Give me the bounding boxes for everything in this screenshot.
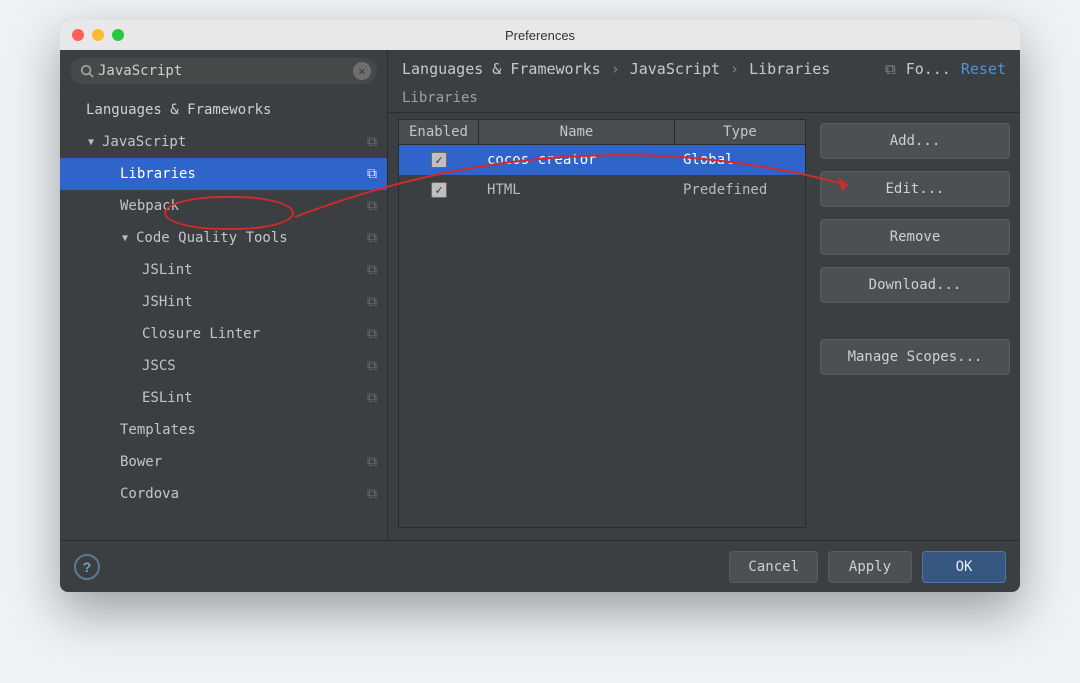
copy-icon: ⧉	[367, 134, 377, 150]
preferences-window: Preferences ✕ Languages & Frameworks ▼	[60, 20, 1020, 592]
libraries-table: Enabled Name Type ✓ cocos creator Global…	[398, 119, 806, 528]
help-button[interactable]: ?	[74, 554, 100, 580]
tree-item-code-quality-tools[interactable]: ▼ Code Quality Tools ⧉	[60, 222, 387, 254]
button-spacer	[820, 315, 1010, 327]
reset-link[interactable]: Reset	[961, 60, 1006, 78]
crumb-languages-frameworks[interactable]: Languages & Frameworks	[402, 60, 601, 78]
th-name[interactable]: Name	[479, 120, 675, 144]
tree-item-jscs[interactable]: JSCS ⧉	[60, 350, 387, 382]
apply-button[interactable]: Apply	[828, 551, 912, 583]
main-panel: Languages & Frameworks › JavaScript › Li…	[388, 50, 1020, 540]
tree-item-webpack[interactable]: Webpack ⧉	[60, 190, 387, 222]
clear-search-icon[interactable]: ✕	[353, 62, 371, 80]
remove-button[interactable]: Remove	[820, 219, 1010, 255]
breadcrumb-separator-icon: ›	[611, 60, 620, 78]
table-row[interactable]: ✓ HTML Predefined	[399, 175, 805, 205]
window-title: Preferences	[60, 28, 1020, 43]
tree-item-libraries[interactable]: Libraries ⧉	[60, 158, 387, 190]
sidebar: ✕ Languages & Frameworks ▼ JavaScript ⧉ …	[60, 50, 388, 540]
breadcrumb: Languages & Frameworks › JavaScript › Li…	[388, 50, 1020, 84]
tree-item-closure-linter[interactable]: Closure Linter ⧉	[60, 318, 387, 350]
enabled-checkbox[interactable]: ✓	[431, 182, 447, 198]
chevron-down-icon: ▼	[86, 137, 96, 148]
copy-icon: ⧉	[367, 262, 377, 278]
cell-type: Predefined	[675, 182, 805, 198]
tree-section-header[interactable]: Languages & Frameworks	[60, 94, 387, 126]
cell-type: Global	[675, 152, 805, 168]
table-row[interactable]: ✓ cocos creator Global	[399, 145, 805, 175]
copy-icon: ⧉	[367, 454, 377, 470]
copy-icon: ⧉	[367, 326, 377, 342]
download-button[interactable]: Download...	[820, 267, 1010, 303]
titlebar: Preferences	[60, 20, 1020, 50]
project-context-label[interactable]: Fo...	[906, 60, 951, 78]
copy-icon: ⧉	[367, 230, 377, 246]
table-header: Enabled Name Type	[399, 120, 805, 145]
search-field[interactable]: ✕	[70, 58, 377, 84]
cancel-button[interactable]: Cancel	[729, 551, 818, 583]
project-icon: ⧉	[885, 60, 896, 78]
dialog-footer: ? Cancel Apply OK	[60, 540, 1020, 592]
add-button[interactable]: Add...	[820, 123, 1010, 159]
edit-button[interactable]: Edit...	[820, 171, 1010, 207]
tree-item-jslint[interactable]: JSLint ⧉	[60, 254, 387, 286]
copy-icon: ⧉	[367, 358, 377, 374]
action-buttons: Add... Edit... Remove Download... Manage…	[820, 119, 1010, 528]
ok-button[interactable]: OK	[922, 551, 1006, 583]
tree-item-cordova[interactable]: Cordova ⧉	[60, 478, 387, 510]
tree-item-bower[interactable]: Bower ⧉	[60, 446, 387, 478]
crumb-javascript[interactable]: JavaScript	[630, 60, 720, 78]
tree-item-javascript[interactable]: ▼ JavaScript ⧉	[60, 126, 387, 158]
copy-icon: ⧉	[367, 486, 377, 502]
chevron-down-icon: ▼	[120, 233, 130, 244]
copy-icon: ⧉	[367, 166, 377, 182]
copy-icon: ⧉	[367, 294, 377, 310]
settings-tree: Languages & Frameworks ▼ JavaScript ⧉ Li…	[60, 90, 387, 540]
manage-scopes-button[interactable]: Manage Scopes...	[820, 339, 1010, 375]
th-type[interactable]: Type	[675, 120, 805, 144]
th-enabled[interactable]: Enabled	[399, 120, 479, 144]
section-title: Libraries	[388, 84, 1020, 113]
search-icon	[80, 64, 94, 78]
search-input[interactable]	[98, 63, 353, 79]
tree-item-templates[interactable]: Templates	[60, 414, 387, 446]
copy-icon: ⧉	[367, 390, 377, 406]
crumb-libraries: Libraries	[749, 60, 830, 78]
cell-name: cocos creator	[479, 152, 675, 168]
tree-item-eslint[interactable]: ESLint ⧉	[60, 382, 387, 414]
enabled-checkbox[interactable]: ✓	[431, 152, 447, 168]
breadcrumb-separator-icon: ›	[730, 60, 739, 78]
tree-item-jshint[interactable]: JSHint ⧉	[60, 286, 387, 318]
cell-name: HTML	[479, 182, 675, 198]
copy-icon: ⧉	[367, 198, 377, 214]
